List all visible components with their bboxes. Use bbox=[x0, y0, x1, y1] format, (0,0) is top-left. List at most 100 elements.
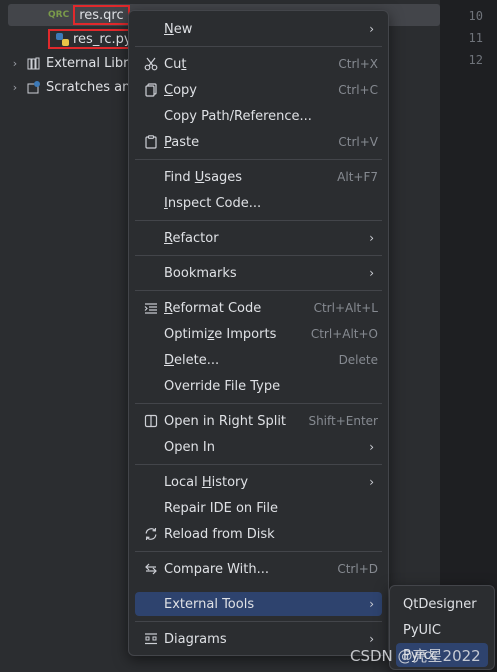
menu-item-label: Open in Right Split bbox=[164, 413, 287, 429]
menu-item-label: Copy Path/Reference... bbox=[164, 108, 312, 124]
highlight-box-res-rc-py: res_rc.py bbox=[48, 29, 138, 49]
menu-item-local-history[interactable]: Local History › bbox=[135, 470, 382, 494]
split-icon bbox=[143, 413, 159, 429]
chevron-right-icon: › bbox=[369, 22, 374, 36]
chevron-right-icon: › bbox=[369, 440, 374, 454]
menu-item-reformat-code[interactable]: Reformat Code Ctrl+Alt+L bbox=[135, 296, 382, 320]
menu-item-external-tools[interactable]: External Tools › bbox=[135, 592, 382, 616]
mnemonic: N bbox=[164, 21, 174, 37]
tree-item-label: res.qrc bbox=[79, 7, 124, 23]
compare-icon bbox=[143, 561, 159, 577]
menu-item-label: ew bbox=[173, 21, 193, 37]
menu-item-copy-path[interactable]: Copy Path/Reference... bbox=[135, 104, 382, 128]
qrc-file-icon: QRC bbox=[48, 10, 70, 20]
tree-item-res-rc-py[interactable]: res_rc.py bbox=[48, 28, 138, 50]
menu-item-label: Cu bbox=[164, 56, 182, 72]
shortcut: Shift+Enter bbox=[308, 414, 378, 428]
menu-item-cut[interactable]: Cut Ctrl+X bbox=[135, 52, 382, 76]
shortcut: Ctrl+Alt+O bbox=[310, 327, 378, 341]
menu-item-label: sages bbox=[204, 169, 243, 185]
menu-item-new[interactable]: New › bbox=[135, 17, 382, 41]
menu-item-label: Reload from Disk bbox=[164, 526, 275, 542]
copy-icon bbox=[143, 82, 159, 98]
diagram-icon bbox=[143, 631, 159, 647]
mnemonic: D bbox=[164, 352, 175, 368]
menu-item-label: Diagrams bbox=[164, 631, 227, 647]
paste-icon bbox=[143, 134, 159, 150]
menu-item-override-file-type[interactable]: Override File Type bbox=[135, 374, 382, 398]
menu-item-label: Compare With... bbox=[164, 561, 270, 577]
menu-item-copy[interactable]: Copy Ctrl+C bbox=[135, 78, 382, 102]
tree-item-label: Scratches and bbox=[46, 79, 139, 95]
tree-item-scratches[interactable]: › Scratches and bbox=[8, 76, 139, 98]
menu-item-diagrams[interactable]: Diagrams › bbox=[135, 627, 382, 651]
submenu-item-pyuic[interactable]: PyUIC bbox=[396, 618, 488, 642]
menu-separator bbox=[135, 551, 382, 552]
menu-item-label: opy bbox=[173, 82, 197, 98]
menu-separator bbox=[135, 159, 382, 160]
shortcut: Alt+F7 bbox=[337, 170, 378, 184]
menu-item-label: Optimi bbox=[164, 326, 208, 342]
menu-item-label: aste bbox=[171, 134, 200, 150]
line-number: 11 bbox=[468, 31, 483, 45]
menu-separator bbox=[135, 403, 382, 404]
scissors-icon bbox=[143, 56, 159, 72]
chevron-right-icon: › bbox=[369, 231, 374, 245]
context-menu: New › Cut Ctrl+X Copy Ctrl+C Copy Path/R… bbox=[128, 10, 389, 656]
line-number: 12 bbox=[468, 53, 483, 67]
chevron-right-icon[interactable]: › bbox=[8, 57, 22, 70]
tree-item-label: res_rc.py bbox=[73, 31, 132, 47]
submenu-item-qtdesigner[interactable]: QtDesigner bbox=[396, 592, 488, 616]
menu-item-repair-ide[interactable]: Repair IDE on File bbox=[135, 496, 382, 520]
chevron-right-icon[interactable]: › bbox=[8, 81, 22, 94]
library-icon bbox=[26, 56, 42, 70]
menu-item-label: Bookmarks bbox=[164, 265, 237, 281]
menu-item-paste[interactable]: Paste Ctrl+V bbox=[135, 130, 382, 154]
menu-item-label: Repair IDE on File bbox=[164, 500, 279, 516]
line-number: 10 bbox=[468, 9, 483, 23]
menu-item-label: istory bbox=[211, 474, 249, 490]
shortcut: Ctrl+D bbox=[337, 562, 378, 576]
chevron-right-icon: › bbox=[369, 475, 374, 489]
menu-item-label: Override File Type bbox=[164, 378, 281, 394]
menu-separator bbox=[135, 255, 382, 256]
menu-item-open-right-split[interactable]: Open in Right Split Shift+Enter bbox=[135, 409, 382, 433]
menu-item-label: Find bbox=[164, 169, 195, 185]
menu-item-label: External Tools bbox=[164, 596, 255, 612]
shortcut: Ctrl+Alt+L bbox=[313, 301, 378, 315]
mnemonic: C bbox=[164, 82, 174, 98]
menu-item-find-usages[interactable]: Find Usages Alt+F7 bbox=[135, 165, 382, 189]
menu-separator bbox=[135, 464, 382, 465]
menu-item-label: elete... bbox=[174, 352, 220, 368]
shortcut: Delete bbox=[338, 353, 378, 367]
chevron-right-icon: › bbox=[369, 632, 374, 646]
reformat-icon bbox=[143, 300, 159, 316]
menu-item-label: Local bbox=[164, 474, 202, 490]
editor-gutter: 10 11 12 bbox=[440, 0, 497, 672]
shortcut: Ctrl+C bbox=[338, 83, 378, 97]
menu-item-compare-with[interactable]: Compare With... Ctrl+D bbox=[135, 557, 382, 581]
tree-item-label: External Libra bbox=[46, 55, 137, 71]
menu-item-bookmarks[interactable]: Bookmarks › bbox=[135, 261, 382, 285]
menu-item-reload-from-disk[interactable]: Reload from Disk bbox=[135, 522, 382, 546]
mnemonic: U bbox=[194, 169, 205, 185]
menu-separator bbox=[135, 290, 382, 291]
menu-item-optimize-imports[interactable]: Optimize Imports Ctrl+Alt+O bbox=[135, 322, 382, 346]
mnemonic: t bbox=[181, 56, 187, 72]
menu-item-inspect-code[interactable]: Inspect Code... bbox=[135, 191, 382, 215]
mnemonic: H bbox=[201, 474, 212, 490]
menu-item-label: Open In bbox=[164, 439, 215, 455]
menu-item-label: efactor bbox=[172, 230, 219, 246]
shortcut: Ctrl+X bbox=[338, 57, 378, 71]
menu-item-delete[interactable]: Delete... Delete bbox=[135, 348, 382, 372]
menu-item-label: nspect Code... bbox=[167, 195, 262, 211]
scratches-icon bbox=[26, 80, 42, 94]
tree-item-external-libraries[interactable]: › External Libra bbox=[8, 52, 137, 74]
menu-separator bbox=[135, 46, 382, 47]
menu-item-label: e Imports bbox=[214, 326, 277, 342]
reload-icon bbox=[143, 526, 159, 542]
menu-item-open-in[interactable]: Open In › bbox=[135, 435, 382, 459]
menu-item-refactor[interactable]: Refactor › bbox=[135, 226, 382, 250]
chevron-right-icon: › bbox=[369, 597, 374, 611]
menu-separator bbox=[135, 621, 382, 622]
